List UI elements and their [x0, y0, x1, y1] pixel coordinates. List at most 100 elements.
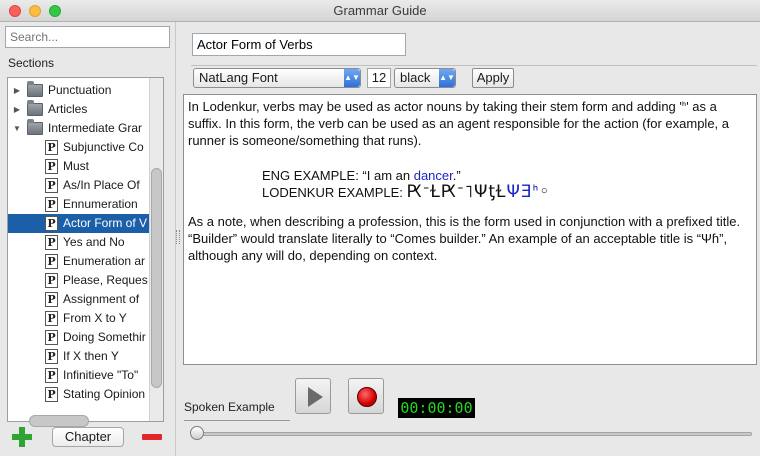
tree-page-item[interactable]: P Yes and No	[8, 233, 149, 252]
lodenkur-glyphs-end: ◦	[539, 182, 551, 202]
tree-page-item[interactable]: P Subjunctive Co	[8, 138, 149, 157]
lodenkur-glyphs-suffix: ΨƎᑋ	[506, 182, 540, 202]
tree-page-item[interactable]: P Please, Reques	[8, 271, 149, 290]
window-titlebar: Grammar Guide	[0, 0, 760, 22]
chapter-button[interactable]: Chapter	[52, 427, 124, 447]
sections-label: Sections	[8, 56, 55, 70]
tree-page-item[interactable]: P Ennumeration	[8, 195, 149, 214]
tree-page-item[interactable]: P From X to Y	[8, 309, 149, 328]
page-icon: P	[45, 311, 58, 326]
tree-item-label: Enumeration ar	[63, 254, 146, 268]
tree-vertical-scrollbar[interactable]	[149, 78, 163, 421]
audio-seek-track[interactable]	[194, 432, 752, 436]
disclosure-collapsed-icon[interactable]: ▶	[12, 100, 22, 119]
page-icon: P	[45, 159, 58, 174]
tree-page-item[interactable]: P Doing Somethir	[8, 328, 149, 347]
page-icon: P	[45, 368, 58, 383]
chevron-down-icon: ▲▼	[439, 69, 455, 87]
page-icon: P	[45, 330, 58, 345]
play-icon[interactable]	[295, 378, 331, 414]
page-icon: P	[45, 292, 58, 307]
example-block: ENG EXAMPLE: “I am an dancer.” LODENKUR …	[262, 167, 752, 201]
tree-item-label: Articles	[48, 102, 88, 116]
tree-item-label: If X then Y	[63, 349, 119, 363]
tree-page-item[interactable]: P If X then Y	[8, 347, 149, 366]
tree-page-item[interactable]: P As/In Place Of	[8, 176, 149, 195]
tree-item-label: From X to Y	[63, 311, 127, 325]
audio-controls: Spoken Example 00:00:00	[182, 370, 760, 456]
chevron-down-icon: ▲▼	[344, 69, 360, 87]
tree-item-label: Stating Opinion	[63, 387, 146, 401]
tree-folder-item[interactable]: ▼ Intermediate Grar	[8, 119, 149, 138]
folder-icon	[27, 81, 43, 97]
page-icon: P	[45, 235, 58, 250]
split-pane-divider[interactable]	[176, 230, 180, 244]
font-select-value: NatLang Font	[199, 70, 278, 85]
page-icon: P	[45, 140, 58, 155]
tree-item-label: Ennumeration	[63, 197, 138, 211]
minimize-window-button[interactable]	[29, 5, 41, 17]
folder-icon	[27, 100, 43, 116]
tree-page-item[interactable]: P Must	[8, 157, 149, 176]
tree-item-label: Actor Form of V	[63, 216, 148, 230]
disclosure-expanded-icon[interactable]: ▼	[12, 119, 22, 138]
tree-folder-item[interactable]: ▶ Articles	[8, 100, 149, 119]
lodenkur-example-label: LODENKUR EXAMPLE:	[262, 185, 407, 200]
lodenkur-example: LODENKUR EXAMPLE: ԖᐨⱢԖᐨ˥ΨƫⱢΨƎᑋ◦	[262, 184, 752, 201]
eng-example-prefix: ENG EXAMPLE: “I am an	[262, 168, 414, 183]
font-size-field[interactable]: 12	[367, 68, 391, 88]
tree-folder-item[interactable]: ▶ Punctuation	[8, 81, 149, 100]
tree-item-label: Punctuation	[48, 83, 112, 97]
eng-example-suffix: .”	[452, 168, 461, 183]
page-icon: P	[45, 216, 58, 231]
editor-paragraph-1: In Lodenkur, verbs may be used as actor …	[188, 99, 730, 148]
tree-item-label: Intermediate Grar	[48, 121, 143, 135]
tree-page-item[interactable]: P Assignment of	[8, 290, 149, 309]
disclosure-collapsed-icon[interactable]: ▶	[12, 81, 22, 100]
tree-page-item[interactable]: P Actor Form of V	[8, 214, 149, 233]
audio-timer: 00:00:00	[398, 398, 475, 418]
tree-item-label: Doing Somethir	[63, 330, 146, 344]
page-icon: P	[45, 349, 58, 364]
section-title-field[interactable]	[192, 33, 406, 56]
tree-item-label: Subjunctive Co	[63, 140, 144, 154]
window-title: Grammar Guide	[333, 3, 427, 18]
tree-item-label: Assignment of	[63, 292, 140, 306]
add-section-button[interactable]	[11, 426, 33, 448]
eng-example-word: dancer	[413, 168, 453, 183]
page-icon: P	[45, 197, 58, 212]
search-input[interactable]	[5, 26, 170, 48]
tree-item-label: Yes and No	[63, 235, 125, 249]
page-icon: P	[45, 273, 58, 288]
maximize-window-button[interactable]	[49, 5, 61, 17]
page-icon: P	[45, 387, 58, 402]
format-toolbar: NatLang Font ▲▼ 12 black ▲▼ Apply	[191, 65, 757, 88]
spoken-example-label: Spoken Example	[184, 400, 290, 421]
audio-seek-knob[interactable]	[190, 426, 204, 440]
tree-horizontal-scroll-thumb[interactable]	[29, 415, 89, 427]
content-panel: NatLang Font ▲▼ 12 black ▲▼ Apply In Lod…	[182, 22, 760, 456]
folder-icon	[27, 119, 43, 135]
sidebar: Sections P Stating Opinion P Infinitieve "T…	[0, 22, 176, 456]
lodenkur-glyphs-stem: ԖᐨⱢԖᐨ˥ΨƫⱢ	[406, 182, 507, 202]
color-select-value: black	[400, 70, 431, 85]
page-icon: P	[45, 254, 58, 269]
color-select[interactable]: black ▲▼	[394, 68, 456, 88]
lodenkur-glyphs: ԖᐨⱢԖᐨ˥ΨƫⱢΨƎᑋ◦	[407, 182, 551, 202]
tree-item-label: Please, Reques	[63, 273, 148, 287]
remove-section-button[interactable]	[142, 434, 162, 440]
close-window-button[interactable]	[9, 5, 21, 17]
font-select[interactable]: NatLang Font ▲▼	[193, 68, 361, 88]
tree-item-label: As/In Place Of	[63, 178, 140, 192]
sections-tree[interactable]: P Stating Opinion P Infinitieve "To" P If X t…	[7, 77, 164, 422]
tree-item-label: Infinitieve "To"	[63, 368, 139, 382]
record-icon[interactable]	[348, 378, 384, 414]
tree-page-item[interactable]: P Infinitieve "To"	[8, 366, 149, 385]
tree-page-item[interactable]: P Stating Opinion	[8, 385, 149, 404]
page-icon: P	[45, 178, 58, 193]
tree-item-label: Must	[63, 159, 90, 173]
tree-vertical-scroll-thumb[interactable]	[151, 168, 162, 388]
rich-text-editor[interactable]: In Lodenkur, verbs may be used as actor …	[183, 94, 757, 365]
apply-button[interactable]: Apply	[472, 68, 514, 88]
tree-page-item[interactable]: P Enumeration ar	[8, 252, 149, 271]
